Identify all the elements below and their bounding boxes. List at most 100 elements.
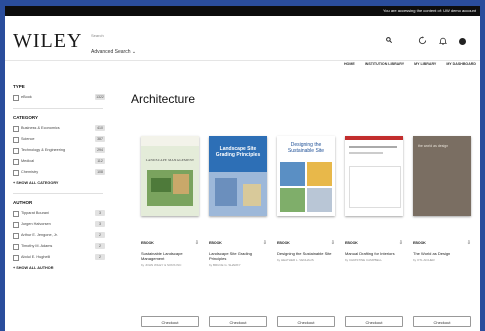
wiley-logo[interactable]: WILEY xyxy=(13,30,82,53)
checkbox[interactable] xyxy=(13,148,19,154)
download-icon[interactable]: ⇩ xyxy=(399,240,403,246)
advanced-search-link[interactable]: Advanced Search ⌄ xyxy=(91,49,136,55)
book-author: by JOHN WILEY & SONS INC xyxy=(141,263,182,267)
filter-sidebar: TYPE eBook 1322 CATEGORY Business & Econ… xyxy=(5,78,110,331)
nav-home[interactable]: HOME xyxy=(344,62,355,66)
search-input[interactable]: Search xyxy=(91,33,104,38)
filter-item[interactable]: Tipparat Bourani 3 xyxy=(13,209,105,220)
book-card: EBOOK ⇩ Designing the Sustainable Site b… xyxy=(277,240,337,262)
cover-title: LANDSCAPE MANAGEMENT xyxy=(145,158,195,162)
checkbox[interactable] xyxy=(13,126,19,132)
checkbox[interactable] xyxy=(13,222,19,228)
checkbox[interactable] xyxy=(13,244,19,250)
download-icon[interactable]: ⇩ xyxy=(263,240,267,246)
filter-count: 3 xyxy=(95,221,105,227)
book-type: EBOOK xyxy=(277,241,290,245)
user-icon[interactable] xyxy=(459,38,466,45)
history-icon[interactable] xyxy=(418,36,427,47)
nav-institution-library[interactable]: INSTITUTION LIBRARY xyxy=(365,62,404,66)
cover-rule xyxy=(349,146,397,148)
filter-label: Chemistry xyxy=(21,170,39,174)
book-author: by BRUCE G. SHARKY xyxy=(209,263,241,267)
book-card: EBOOK ⇩ The World as Design by OTL AICHE… xyxy=(413,240,473,262)
checkbox[interactable] xyxy=(13,255,19,261)
filter-item[interactable]: Abdul E. Hughelli 2 xyxy=(13,253,105,264)
cover-photo-block xyxy=(215,178,237,206)
book-cover-manual-drafting[interactable] xyxy=(345,136,403,216)
checkout-button[interactable]: Checkout xyxy=(141,316,199,327)
book-author: by HEATHER L. VENHAUS xyxy=(277,258,314,262)
filter-label: Science xyxy=(21,137,35,141)
checkout-button[interactable]: Checkout xyxy=(277,316,335,327)
cover-title: Landscape Site Grading Principles xyxy=(215,146,261,158)
filter-label: Tipparat Bourani xyxy=(21,211,49,215)
book-title[interactable]: Designing the Sustainable Site xyxy=(277,251,337,256)
book-cover-landscape-management[interactable]: LANDSCAPE MANAGEMENT xyxy=(141,136,199,216)
book-title[interactable]: The World as Design xyxy=(413,251,473,256)
book-title[interactable]: Sustainable Landscape Management xyxy=(141,251,201,261)
book-title[interactable]: Landscape Site Grading Principles xyxy=(209,251,269,261)
cover-photo-tree xyxy=(151,178,171,192)
site-header: WILEY Search Advanced Search ⌄ xyxy=(5,16,480,61)
filter-label: Abdul E. Hughelli xyxy=(21,255,51,259)
book-type: EBOOK xyxy=(141,241,154,245)
filter-item[interactable]: eBook 1322 xyxy=(13,93,105,104)
filter-label: Business & Economics xyxy=(21,126,60,130)
filter-count: 410 xyxy=(95,125,105,131)
filter-item[interactable]: Chemistry 108 xyxy=(13,168,105,179)
cover-rule xyxy=(349,152,383,154)
filter-count: 294 xyxy=(95,147,105,153)
cover-photo-block xyxy=(243,184,261,206)
checkbox[interactable] xyxy=(13,211,19,217)
cover-photo xyxy=(307,162,332,186)
cover-sketch xyxy=(349,166,401,208)
filter-item[interactable]: Medical 112 xyxy=(13,157,105,168)
cover-photo xyxy=(280,188,305,212)
book-card: EBOOK ⇩ Landscape Site Grading Principle… xyxy=(209,240,269,267)
checkout-button[interactable]: Checkout xyxy=(345,316,403,327)
nav-my-dashboard[interactable]: MY DASHBOARD xyxy=(446,62,476,66)
checkout-button[interactable]: Checkout xyxy=(413,316,471,327)
download-icon[interactable]: ⇩ xyxy=(331,240,335,246)
filter-item[interactable]: Timothy M. Adams 2 xyxy=(13,242,105,253)
download-icon[interactable]: ⇩ xyxy=(467,240,471,246)
search-icon[interactable] xyxy=(386,37,393,46)
cover-band xyxy=(141,136,199,146)
book-title[interactable]: Manual Drafting for Interiors xyxy=(345,251,405,256)
nav-my-library[interactable]: MY LIBRARY xyxy=(414,62,436,66)
book-type: EBOOK xyxy=(413,241,426,245)
book-cover-landscape-site-grading[interactable]: Landscape Site Grading Principles xyxy=(209,136,267,216)
show-all-author-link[interactable]: + SHOW ALL AUTHOR xyxy=(13,266,110,270)
bell-icon[interactable] xyxy=(438,37,448,47)
checkbox[interactable] xyxy=(13,159,19,165)
book-type: EBOOK xyxy=(345,241,358,245)
filter-type-title: TYPE xyxy=(13,84,25,89)
checkbox[interactable] xyxy=(13,170,19,176)
checkout-button[interactable]: Checkout xyxy=(209,316,267,327)
filter-category-title: CATEGORY xyxy=(13,115,39,120)
filter-item[interactable]: Arthur E. Jengone, Jr. 2 xyxy=(13,231,105,242)
filter-count: 2 xyxy=(95,243,105,249)
filter-label: Jurgen Halvorsen xyxy=(21,222,51,226)
download-icon[interactable]: ⇩ xyxy=(195,240,199,246)
filter-count: 112 xyxy=(95,158,105,164)
filter-item[interactable]: Jurgen Halvorsen 3 xyxy=(13,220,105,231)
filter-count: 3 xyxy=(95,210,105,216)
filter-item[interactable]: Business & Economics 410 xyxy=(13,124,105,135)
checkbox[interactable] xyxy=(13,95,19,101)
filter-count: 2 xyxy=(95,254,105,260)
filter-count: 1322 xyxy=(95,94,105,100)
checkbox[interactable] xyxy=(13,137,19,143)
show-all-category-link[interactable]: + SHOW ALL CATEGORY xyxy=(13,181,110,185)
filter-item[interactable]: Technology & Engineering 294 xyxy=(13,146,105,157)
filter-item[interactable]: Science 387 xyxy=(13,135,105,146)
account-notice-bar: You are accessing the content of: UW dem… xyxy=(5,6,480,16)
filter-count: 2 xyxy=(95,232,105,238)
book-cover-designing-sustainable-site[interactable]: Designing the Sustainable Site xyxy=(277,136,335,216)
book-cover-world-as-design[interactable]: the world as design xyxy=(413,136,471,216)
checkbox[interactable] xyxy=(13,233,19,239)
cover-photo xyxy=(147,170,193,206)
book-author: by CHRISTINE CAMPBELL xyxy=(345,258,383,262)
header-icons xyxy=(386,36,466,47)
cover-photo xyxy=(307,188,332,212)
